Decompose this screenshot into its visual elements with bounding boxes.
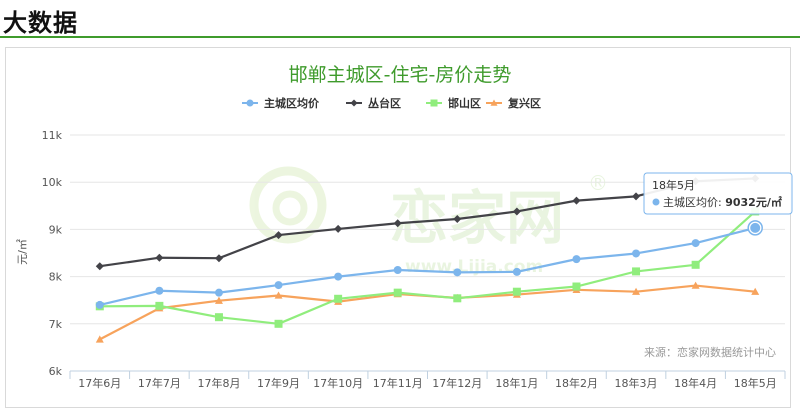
data-point <box>393 288 402 297</box>
tooltip-title: 18年5月 <box>652 178 695 192</box>
x-axis: 17年6月 17年7月 17年8月 17年9月 17年10月 17年11月 17年12月 18… <box>69 370 786 390</box>
watermark-registered-mark: ® <box>588 171 608 195</box>
data-point <box>691 239 700 248</box>
data-point <box>334 272 343 281</box>
data-point <box>453 268 462 277</box>
y-tick-label: 8k <box>49 271 63 284</box>
data-point <box>334 224 343 233</box>
watermark-logo-outer <box>249 166 327 244</box>
legend: 主城区均价 丛台区 邯山区 复兴区 <box>242 96 541 110</box>
legend-label: 复兴区 <box>507 96 541 110</box>
tooltip-series-dot <box>652 198 660 206</box>
y-axis-label: 元/㎡ <box>16 239 29 265</box>
x-tick-label: 17年10月 <box>313 376 363 390</box>
data-point <box>350 99 358 107</box>
data-point <box>691 260 700 269</box>
watermark: 恋家网 ® www.Lijia.com <box>249 166 608 277</box>
legend-label: 丛台区 <box>368 96 401 110</box>
watermark-logo-inner <box>272 190 308 226</box>
x-tick-label: 17年12月 <box>432 376 482 390</box>
x-tick-label: 18年4月 <box>674 376 717 390</box>
data-point <box>572 255 581 264</box>
x-tick-label: 17年11月 <box>373 376 423 390</box>
data-point <box>334 294 343 303</box>
x-tick-label: 17年7月 <box>138 376 181 390</box>
data-point <box>214 254 223 263</box>
chart-title: 邯郸主城区-住宅-房价走势 <box>289 64 512 86</box>
x-tick-label: 18年1月 <box>495 376 538 390</box>
watermark-sub-text: www.Lijia.com <box>405 257 543 277</box>
y-tick-label: 7k <box>49 318 63 331</box>
data-point <box>274 281 283 290</box>
data-point <box>572 196 581 205</box>
data-point <box>393 265 402 274</box>
data-point <box>155 286 164 295</box>
y-axis: 6k 7k 8k 9k 10k 11k <box>42 129 63 378</box>
x-tick-label: 17年9月 <box>257 376 300 390</box>
x-tick-label: 18年5月 <box>734 376 777 390</box>
tooltip-line: 主城区均价: 9032元/㎡ <box>663 195 782 209</box>
legend-label: 主城区均价 <box>264 96 320 110</box>
data-point <box>246 99 254 107</box>
data-point <box>572 282 581 291</box>
data-point <box>274 319 283 328</box>
data-point <box>453 294 462 303</box>
y-tick-label: 10k <box>42 176 63 189</box>
data-point <box>632 267 641 276</box>
data-point <box>430 99 438 107</box>
price-trend-chart: 恋家网 ® www.Lijia.com 邯郸主城区-住宅-房价走势 主城区均价 丛… <box>16 64 793 390</box>
data-point <box>512 287 521 296</box>
watermark-main-text: 恋家网 <box>390 184 564 252</box>
data-point <box>214 313 223 322</box>
legend-label: 邯山区 <box>448 96 481 110</box>
y-tick-label: 11k <box>42 129 63 142</box>
data-point <box>512 267 521 276</box>
x-tick-label: 18年2月 <box>555 376 598 390</box>
tooltip: 18年5月 主城区均价: 9032元/㎡ <box>643 172 793 215</box>
data-point <box>750 222 761 233</box>
y-tick-label: 9k <box>49 223 63 236</box>
data-point <box>632 249 641 258</box>
data-point <box>95 300 104 309</box>
data-point <box>155 301 164 310</box>
x-tick-label: 18年3月 <box>615 376 658 390</box>
x-tick-label: 17年6月 <box>78 376 121 390</box>
y-tick-label: 6k <box>49 365 63 378</box>
tooltip-series-label: 主城区均价: <box>663 196 725 209</box>
data-point <box>95 262 104 271</box>
data-point <box>632 192 641 201</box>
data-point <box>214 288 223 297</box>
source-note: 来源：恋家网数据统计中心 <box>644 345 776 359</box>
x-tick-label: 17年8月 <box>197 376 240 390</box>
tooltip-value: 9032元/㎡ <box>725 195 782 209</box>
data-point <box>155 253 164 262</box>
